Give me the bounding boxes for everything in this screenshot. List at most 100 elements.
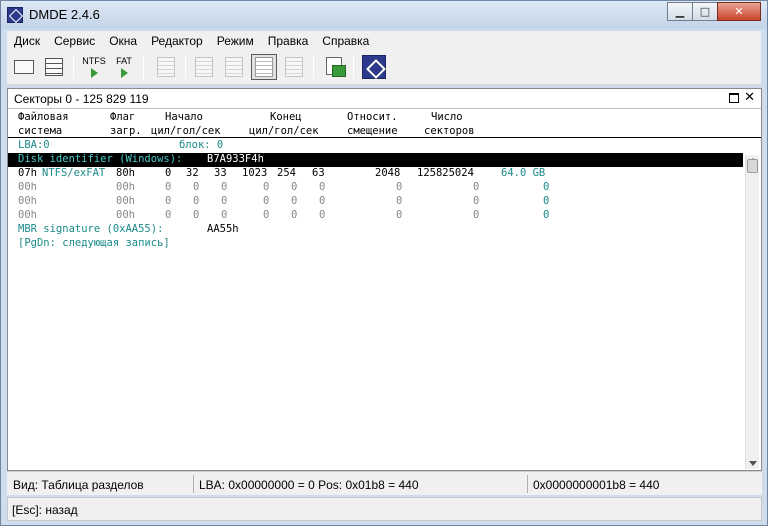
window-title: DMDE 2.4.6 xyxy=(29,7,100,22)
maximize-icon: □ xyxy=(699,5,711,18)
end-cyl: 0 xyxy=(263,209,270,221)
hint-bar: [Esc]: назад xyxy=(7,497,762,521)
search-button[interactable] xyxy=(281,54,307,80)
mbr-signature-row[interactable]: MBR signature (0xAA55): AA55h xyxy=(8,223,743,237)
toolbar-separator xyxy=(185,55,186,79)
ntfs-button[interactable]: NTFS xyxy=(81,54,107,80)
relative-offset: 0 xyxy=(396,209,403,221)
view-table-button[interactable] xyxy=(251,54,277,80)
end-sector: 0 xyxy=(319,195,326,207)
sector-count: 0 xyxy=(473,181,480,193)
status-offset: 0x0000000001b8 = 440 xyxy=(533,478,660,492)
partitions-button[interactable] xyxy=(41,54,67,80)
app-window: DMDE 2.4.6 ▁ □ ✕ Диск Сервис Окна Редакт… xyxy=(0,0,768,526)
table-row[interactable]: 00h 00h 0 0 0 0 0 0 0 0 0 xyxy=(8,181,743,195)
menu-help[interactable]: Справка xyxy=(315,34,376,48)
end-head: 0 xyxy=(291,195,298,207)
dmde-logo-icon xyxy=(7,7,23,23)
col-fs-line2: система xyxy=(18,125,63,137)
table-row[interactable]: 07h NTFS/exFAT 80h 0 32 33 1023 254 63 2… xyxy=(8,167,743,181)
dmde-logo-icon xyxy=(362,55,386,79)
start-head: 0 xyxy=(193,181,200,193)
start-sector: 0 xyxy=(221,181,228,193)
vertical-scrollbar[interactable] xyxy=(745,155,759,469)
menu-edit[interactable]: Правка xyxy=(261,34,316,48)
close-button[interactable]: ✕ xyxy=(717,2,761,21)
table-row[interactable]: 00h 00h 0 0 0 0 0 0 0 0 0 xyxy=(8,195,743,209)
new-file-button[interactable] xyxy=(153,54,179,80)
partition-flag: 80h xyxy=(116,167,135,179)
partition-type: 00h xyxy=(18,209,37,221)
disk-identifier-row[interactable]: Disk identifier (Windows): B7A933F4h xyxy=(8,153,743,167)
block-value: блок: 0 xyxy=(179,139,224,151)
pgdn-hint-row[interactable]: [PgDn: следующая запись] xyxy=(8,237,743,251)
start-cyl: 0 xyxy=(165,195,172,207)
col-start-line2: цил/гол/сек xyxy=(151,125,221,137)
toolbar-separator xyxy=(313,55,314,79)
end-cyl: 0 xyxy=(263,195,270,207)
minimize-button[interactable]: ▁ xyxy=(667,2,693,21)
new-document-icon xyxy=(157,57,175,77)
title-bar[interactable]: DMDE 2.4.6 ▁ □ ✕ xyxy=(1,1,767,29)
minimize-icon: ▁ xyxy=(675,5,685,18)
start-sector: 0 xyxy=(221,195,228,207)
view-list-button[interactable] xyxy=(221,54,247,80)
col-offset-line1: Относит. xyxy=(347,111,398,123)
partition-fs: NTFS/exFAT xyxy=(42,167,106,179)
end-head: 0 xyxy=(291,209,298,221)
start-cyl: 0 xyxy=(165,209,172,221)
sector-count: 0 xyxy=(473,195,480,207)
end-head: 0 xyxy=(291,181,298,193)
drive-icon xyxy=(14,60,34,74)
esc-hint: [Esc]: назад xyxy=(12,503,78,517)
fat-button[interactable]: FAT xyxy=(111,54,137,80)
partition-type: 07h xyxy=(18,167,37,179)
menu-windows[interactable]: Окна xyxy=(102,34,144,48)
view-hex-button[interactable] xyxy=(191,54,217,80)
col-count-line1: Число xyxy=(431,111,463,123)
menu-service[interactable]: Сервис xyxy=(47,34,102,48)
toolbar: NTFS FAT xyxy=(7,51,761,85)
disk-identifier-label: Disk identifier (Windows): xyxy=(18,153,183,165)
col-flag-line1: Флаг xyxy=(110,111,136,123)
status-view: Вид: Таблица разделов xyxy=(13,478,144,492)
sector-count: 125825024 xyxy=(417,167,474,179)
relative-offset: 0 xyxy=(396,195,403,207)
end-cyl: 0 xyxy=(263,181,270,193)
scroll-thumb[interactable] xyxy=(747,159,758,173)
panel-maximize-icon[interactable] xyxy=(729,93,739,103)
mbr-signature-label: MBR signature (0xAA55): xyxy=(18,223,164,235)
lba-value: LBA:0 xyxy=(18,139,50,151)
start-cyl: 0 xyxy=(165,181,172,193)
end-sector: 0 xyxy=(319,181,326,193)
start-head: 0 xyxy=(193,209,200,221)
menu-disk[interactable]: Диск xyxy=(7,34,47,48)
maximize-button[interactable]: □ xyxy=(692,2,718,21)
status-divider xyxy=(193,475,194,493)
partition-type: 00h xyxy=(18,181,37,193)
toolbar-separator xyxy=(143,55,144,79)
table-row[interactable]: 00h 00h 0 0 0 0 0 0 0 0 0 xyxy=(8,209,743,223)
status-position: LBA: 0x00000000 = 0 Pos: 0x01b8 = 440 xyxy=(199,478,419,492)
end-sector: 63 xyxy=(312,167,325,179)
pgdn-hint: [PgDn: следующая запись] xyxy=(18,237,170,249)
about-button[interactable] xyxy=(361,54,387,80)
table-header: Файловая система Флаг загр. Начало цил/г… xyxy=(8,110,761,138)
fat-label: FAT xyxy=(116,56,132,66)
col-fs-line1: Файловая xyxy=(18,111,69,123)
menu-editor[interactable]: Редактор xyxy=(144,34,210,48)
menu-mode[interactable]: Режим xyxy=(210,34,261,48)
ntfs-label: NTFS xyxy=(82,56,106,66)
partition-size: 64.0 GB xyxy=(501,167,546,179)
select-drive-button[interactable] xyxy=(11,54,37,80)
search-icon xyxy=(285,57,303,77)
partition-type: 00h xyxy=(18,195,37,207)
partition-size: 0 xyxy=(543,209,550,221)
relative-offset: 0 xyxy=(396,181,403,193)
panel-close-icon[interactable]: ✕ xyxy=(744,90,755,105)
scroll-down-icon[interactable] xyxy=(749,461,757,466)
col-count-line2: секторов xyxy=(424,125,475,137)
lba-row[interactable]: LBA:0 блок: 0 xyxy=(8,139,743,153)
copy-sectors-button[interactable] xyxy=(323,54,349,80)
start-head: 32 xyxy=(186,167,199,179)
